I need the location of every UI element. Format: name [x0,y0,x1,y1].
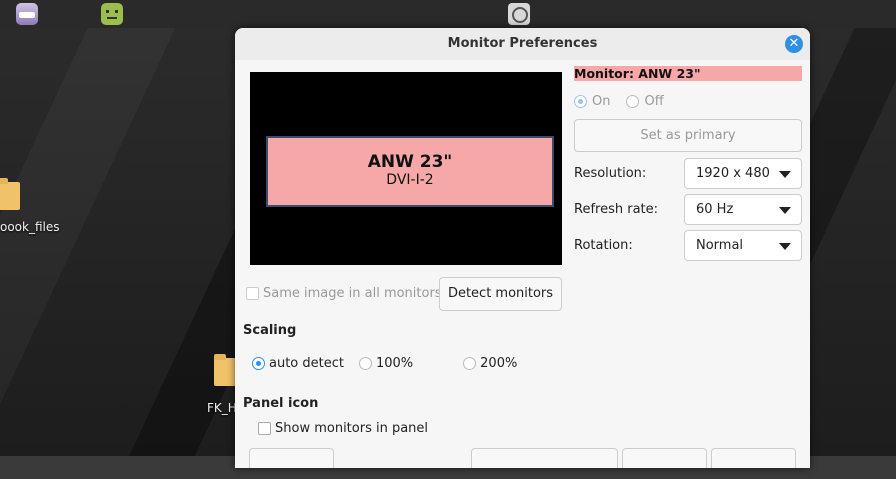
power-radio-group: On Off [574,93,802,109]
scaling-auto-label: auto detect [269,356,344,371]
rotation-label: Rotation: [574,238,633,253]
resolution-label: Resolution: [574,166,647,181]
show-in-panel-checkbox[interactable] [258,422,271,435]
resolution-select[interactable]: 1920 x 480 [684,158,802,189]
panel-icon-title: Panel icon [243,396,319,411]
refresh-rate-select[interactable]: 60 Hz [684,194,802,225]
same-image-checkbox[interactable] [246,287,259,300]
monitor-heading: Monitor: ANW 23" [574,66,802,81]
power-off-label: Off [644,93,664,109]
dialog-titlebar[interactable]: Monitor Preferences ✕ [235,28,810,60]
power-off-radio[interactable] [626,94,640,108]
scaling-200-radio[interactable] [463,357,477,370]
preview-monitor-port: DVI-I-2 [386,172,434,188]
power-on-label: On [592,93,611,109]
scaling-title: Scaling [243,323,297,338]
disk-utility-icon[interactable] [508,3,530,25]
dialog-title: Monitor Preferences [447,36,598,51]
monitor-rectangle[interactable]: ANW 23" DVI-I-2 [266,136,554,207]
refresh-rate-label: Refresh rate: [574,202,659,217]
rotation-row: Rotation: Normal [574,230,802,261]
apply-button[interactable] [471,448,618,468]
refresh-rate-row: Refresh rate: 60 Hz [574,194,802,225]
scaling-auto-radio[interactable] [252,357,265,370]
monitor-preferences-dialog: Monitor Preferences ✕ ANW 23" DVI-I-2 Mo… [235,28,810,468]
power-on-radio[interactable] [574,94,587,108]
same-image-label: Same image in all monitors [263,286,442,301]
folder-icon[interactable] [0,178,20,210]
launcher-app-icon[interactable] [16,3,38,25]
android-app-icon[interactable] [101,3,123,25]
close-icon[interactable]: ✕ [785,35,803,53]
preview-monitor-name: ANW 23" [367,152,453,172]
scaling-100-label: 100% [375,356,414,371]
set-primary-button[interactable]: Set as primary [574,119,802,152]
monitor-layout-preview[interactable]: ANW 23" DVI-I-2 [250,72,562,265]
resolution-row: Resolution: 1920 x 480 [574,158,802,189]
show-in-panel-option: Show monitors in panel [258,421,428,436]
top-panel [0,0,896,28]
detect-monitors-button[interactable]: Detect monitors [439,277,562,311]
scaling-200-label: 200% [480,356,518,371]
scaling-100-radio[interactable] [358,357,372,370]
ok-button[interactable] [711,448,796,468]
cancel-button[interactable] [622,448,707,468]
desktop-item-label[interactable]: oook_files [0,220,60,234]
scaling-radio-group: auto detect 100% 200% [252,356,517,371]
same-image-option: Same image in all monitors [246,286,442,301]
help-button[interactable] [249,448,334,468]
monitor-settings-panel: Monitor: ANW 23" On Off Set as primary R… [574,66,802,261]
show-in-panel-label: Show monitors in panel [275,421,429,436]
desktop-item-label[interactable]: FK_H [207,401,237,415]
rotation-select[interactable]: Normal [684,230,802,261]
